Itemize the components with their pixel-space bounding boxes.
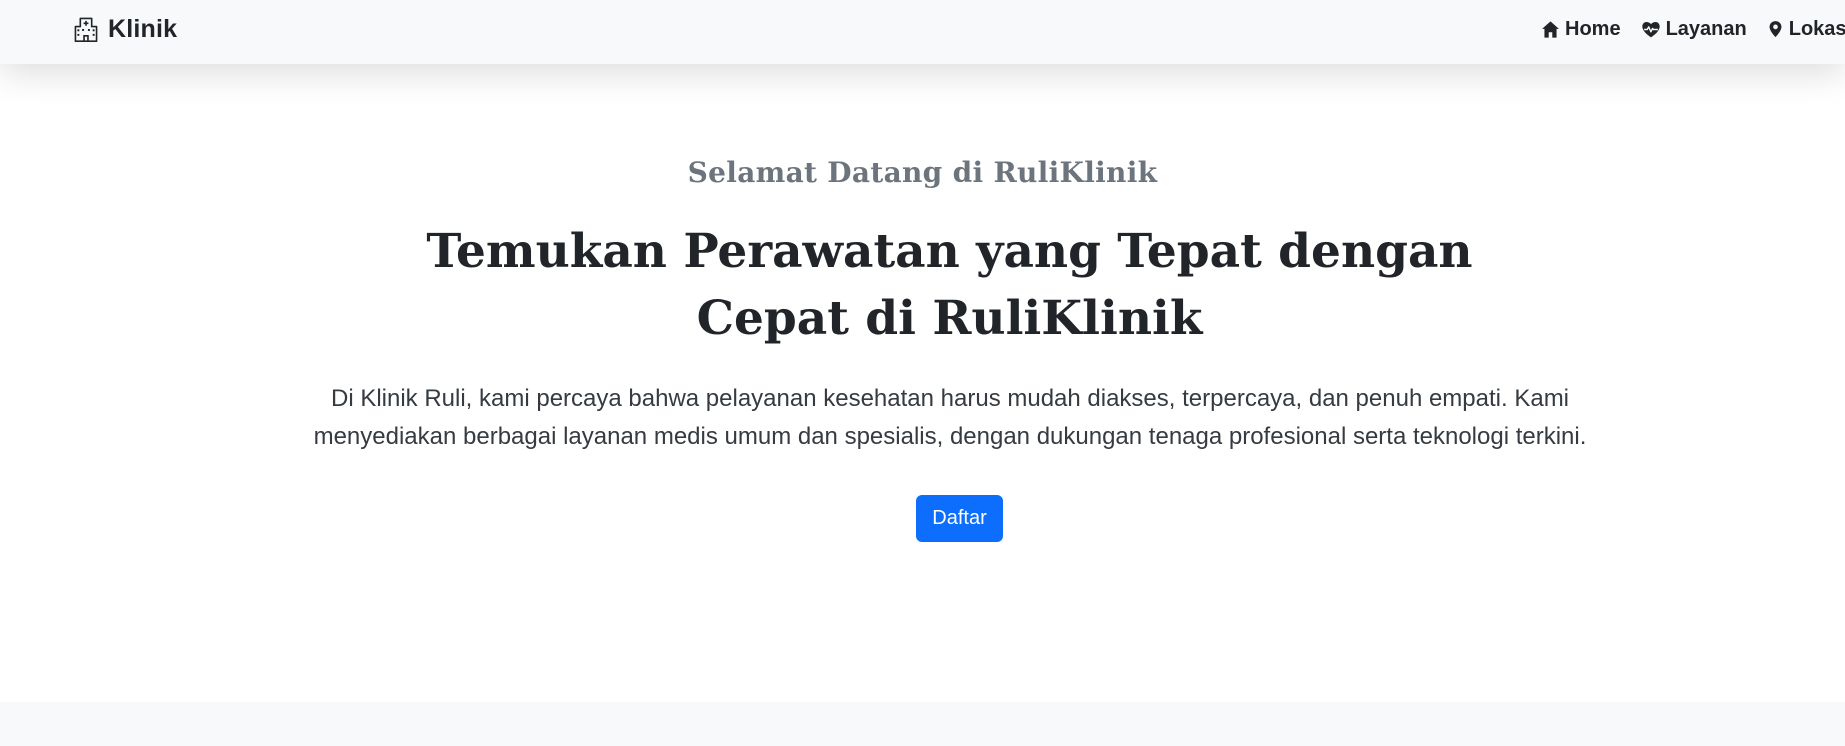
hero-kicker: Selamat Datang di RuliKlinik [687, 156, 1158, 189]
navbar: Klinik Home Layanan Lokasi [0, 0, 1845, 64]
nav-item-label: Layanan [1665, 17, 1747, 40]
brand-name: Klinik [108, 14, 178, 43]
nav-item-label: Home [1565, 17, 1621, 40]
nav-item-label: Lokasi [1788, 17, 1845, 40]
main-nav: Home Layanan Lokasi [1541, 17, 1845, 41]
nav-item-home[interactable]: Home [1541, 18, 1621, 41]
hero-lead: Di Klinik Ruli, kami percaya bahwa pelay… [313, 385, 1587, 450]
brand-link[interactable]: Klinik [73, 14, 177, 44]
daftar-button[interactable]: Daftar [916, 495, 1003, 542]
hero-headline: Temukan Perawatan yang Tepat dengan Cepa… [426, 224, 1473, 346]
geo-pin-icon [1767, 19, 1784, 39]
next-section-band [0, 702, 1845, 746]
nav-item-layanan[interactable]: Layanan [1641, 18, 1747, 41]
heart-pulse-icon [1641, 20, 1661, 39]
house-icon [1541, 20, 1560, 39]
hero-section: Selamat Datang di RuliKlinik Temukan Per… [0, 64, 1845, 702]
hospital-icon [73, 16, 99, 42]
nav-item-lokasi[interactable]: Lokasi [1767, 18, 1845, 41]
